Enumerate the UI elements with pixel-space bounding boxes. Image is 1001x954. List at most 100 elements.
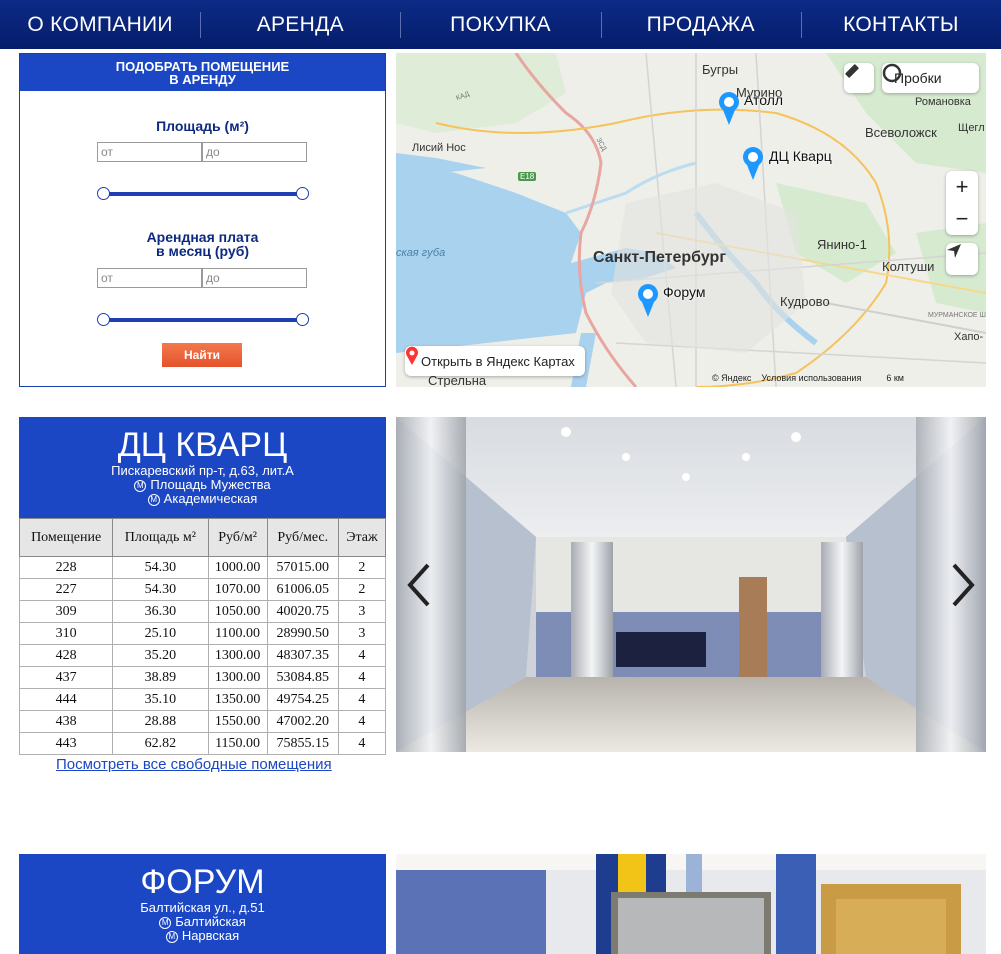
cell-rate: 1150.00 bbox=[207, 732, 268, 755]
map-road-e18: E18 bbox=[518, 172, 537, 181]
cell-area: 54.30 bbox=[112, 556, 209, 579]
ruler-icon[interactable] bbox=[844, 63, 874, 93]
cell-floor: 3 bbox=[337, 600, 387, 623]
cell-floor: 4 bbox=[337, 688, 387, 711]
cell-unit: 437 bbox=[18, 666, 114, 689]
building-header-kvarts: ДЦ КВАРЦ Пискаревский пр-т, д.63, лит.А … bbox=[19, 417, 386, 518]
map-pin-icon[interactable] bbox=[717, 90, 741, 126]
cell-floor: 3 bbox=[337, 622, 387, 645]
metro-icon: M bbox=[134, 480, 147, 492]
col-rate: Руб/м² bbox=[207, 518, 268, 557]
rent-slider-min-handle[interactable] bbox=[97, 313, 110, 326]
rent-label: Арендная плата в месяц (руб) bbox=[20, 230, 385, 258]
table-row: 437 38.89 1300.00 53084.85 4 bbox=[18, 666, 387, 689]
table-row: 428 35.20 1300.00 48307.35 4 bbox=[18, 644, 387, 667]
cell-unit: 227 bbox=[18, 578, 114, 601]
cell-unit: 228 bbox=[18, 556, 114, 579]
nav-contacts[interactable]: КОНТАКТЫ bbox=[800, 0, 1001, 49]
traffic-button[interactable]: Пробки bbox=[882, 63, 979, 93]
see-all-units-link[interactable]: Посмотреть все свободные помещения bbox=[56, 756, 332, 773]
yandex-pin-icon bbox=[406, 346, 418, 365]
rent-from-input[interactable] bbox=[97, 268, 202, 288]
yandex-map[interactable]: Бугры Мурино Романовка Всеволожск Щегл Л… bbox=[396, 53, 986, 387]
map-pin-icon[interactable] bbox=[741, 145, 765, 181]
cell-unit: 443 bbox=[18, 732, 114, 755]
geolocation-icon[interactable] bbox=[946, 243, 978, 275]
table-header-row: Помещение Площадь м² Руб/м² Руб/мес. Эта… bbox=[18, 518, 387, 557]
metro-station: M Балтийская bbox=[19, 915, 386, 929]
cell-unit: 444 bbox=[18, 688, 114, 711]
metro-icon: M bbox=[165, 931, 178, 943]
rent-inputs bbox=[97, 268, 307, 288]
area-slider-track bbox=[102, 192, 304, 196]
arrow-right-icon[interactable] bbox=[948, 562, 978, 608]
pin-label-kvarts[interactable]: ДЦ Кварц bbox=[769, 148, 832, 164]
map-place-romanovka: Романовка bbox=[915, 96, 971, 108]
cell-monthly: 47002.20 bbox=[266, 710, 339, 733]
map-place-yanino: Янино-1 bbox=[817, 237, 867, 252]
table-row: 310 25.10 1100.00 28990.50 3 bbox=[18, 622, 387, 645]
col-area: Площадь м² bbox=[112, 518, 209, 557]
zoom-control: + − bbox=[946, 171, 978, 235]
rent-range-slider[interactable] bbox=[97, 313, 309, 327]
building-header-forum: ФОРУМ Балтийская ул., д.51 M Балтийская M… bbox=[19, 854, 386, 954]
pin-label-forum[interactable]: Форум bbox=[663, 284, 706, 300]
area-slider-min-handle[interactable] bbox=[97, 187, 110, 200]
nav-sell[interactable]: ПРОДАЖА bbox=[600, 0, 801, 49]
open-yandex-maps-button[interactable]: Открыть в Яндекс Картах bbox=[405, 346, 585, 376]
table-row: 443 62.82 1150.00 75855.15 4 bbox=[18, 732, 387, 755]
col-monthly: Руб/мес. bbox=[266, 518, 339, 557]
nav-rent[interactable]: АРЕНДА bbox=[200, 0, 400, 49]
cell-monthly: 49754.25 bbox=[266, 688, 339, 711]
cell-unit: 428 bbox=[18, 644, 114, 667]
table-row: 438 28.88 1550.00 47002.20 4 bbox=[18, 710, 387, 733]
cell-area: 28.88 bbox=[112, 710, 209, 733]
arrow-left-icon[interactable] bbox=[404, 562, 434, 608]
area-to-input[interactable] bbox=[202, 142, 307, 162]
cell-area: 38.89 bbox=[112, 666, 209, 689]
pin-label-atoll[interactable]: Атолл bbox=[744, 92, 783, 108]
cell-monthly: 40020.75 bbox=[266, 600, 339, 623]
map-place-lisiy-nos: Лисий Нос bbox=[412, 142, 466, 154]
area-range-slider[interactable] bbox=[97, 187, 309, 201]
col-floor: Этаж bbox=[337, 518, 387, 557]
map-footer: © Яндекс Условия использования 6 км bbox=[712, 373, 904, 383]
units-table: Помещение Площадь м² Руб/м² Руб/мес. Эта… bbox=[18, 518, 387, 755]
rent-slider-max-handle[interactable] bbox=[296, 313, 309, 326]
cell-area: 35.10 bbox=[112, 688, 209, 711]
photo-carousel-forum bbox=[396, 854, 986, 954]
cell-unit: 310 bbox=[18, 622, 114, 645]
cell-rate: 1300.00 bbox=[207, 644, 268, 667]
zoom-out-icon[interactable]: − bbox=[956, 203, 969, 235]
cell-rate: 1050.00 bbox=[207, 600, 268, 623]
cell-area: 36.30 bbox=[112, 600, 209, 623]
cell-area: 54.30 bbox=[112, 578, 209, 601]
cell-rate: 1070.00 bbox=[207, 578, 268, 601]
map-terms-link[interactable]: Условия использования bbox=[761, 373, 861, 383]
area-slider-max-handle[interactable] bbox=[296, 187, 309, 200]
cell-rate: 1000.00 bbox=[207, 556, 268, 579]
nav-about[interactable]: О КОМПАНИИ bbox=[0, 0, 200, 49]
table-row: 309 36.30 1050.00 40020.75 3 bbox=[18, 600, 387, 623]
cell-area: 25.10 bbox=[112, 622, 209, 645]
find-button[interactable]: Найти bbox=[162, 343, 242, 367]
lobby-photo bbox=[396, 417, 986, 752]
filter-title-line1: ПОДОБРАТЬ ПОМЕЩЕНИЕ bbox=[115, 58, 290, 74]
area-from-input[interactable] bbox=[97, 142, 202, 162]
cell-area: 35.20 bbox=[112, 644, 209, 667]
zoom-in-icon[interactable]: + bbox=[956, 171, 969, 203]
cell-unit: 309 bbox=[18, 600, 114, 623]
map-place-bugry: Бугры bbox=[702, 62, 739, 77]
metro-icon: M bbox=[147, 494, 160, 506]
rent-to-input[interactable] bbox=[202, 268, 307, 288]
map-road-murmansk: МУРМАНСКОЕ Ш bbox=[928, 312, 986, 319]
nav-buy[interactable]: ПОКУПКА bbox=[400, 0, 600, 49]
col-unit: Помещение bbox=[18, 518, 114, 557]
map-place-gulf: ская губа bbox=[396, 247, 446, 259]
map-pin-icon[interactable] bbox=[636, 282, 660, 318]
map-place-khapo: Хапо- bbox=[954, 331, 984, 343]
map-place-vsevolozhsk: Всеволожск bbox=[865, 125, 937, 140]
rent-slider-track bbox=[102, 318, 304, 322]
map-city-label: Санкт-Петербург bbox=[593, 249, 726, 266]
table-row: 227 54.30 1070.00 61006.05 2 bbox=[18, 578, 387, 601]
